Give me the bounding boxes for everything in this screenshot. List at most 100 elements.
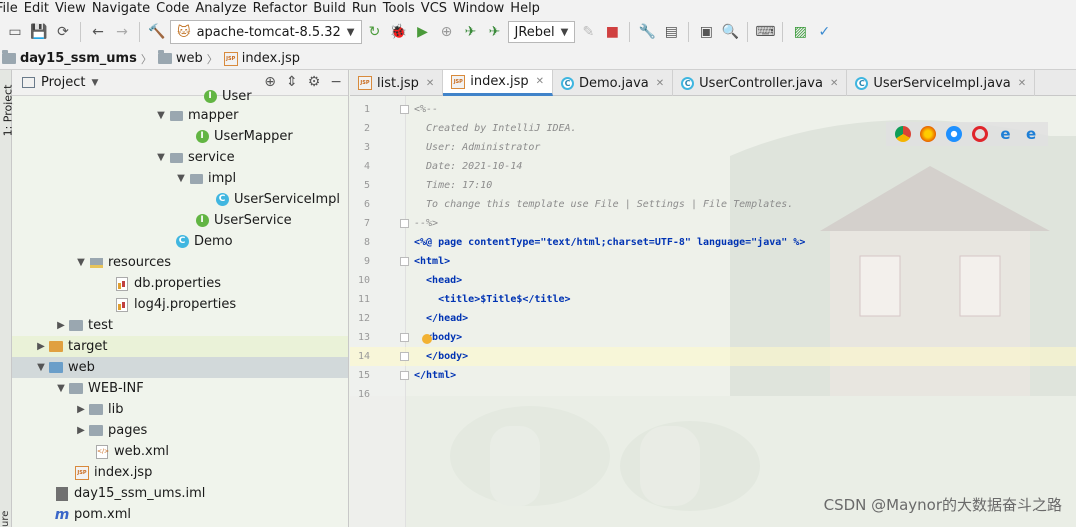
sync-icon[interactable]: ⟳ xyxy=(52,21,74,43)
tree-item-pages[interactable]: ▶ pages xyxy=(12,420,348,441)
menu-build[interactable]: Build xyxy=(313,1,352,16)
attach-icon[interactable]: ✎ xyxy=(577,21,599,43)
menu-vcs[interactable]: VCS xyxy=(421,1,453,16)
chevron-right-icon[interactable]: ▶ xyxy=(34,341,48,352)
breadcrumb-web[interactable]: web 〉 xyxy=(157,50,218,67)
settings-wrench-icon[interactable]: 🔧 xyxy=(636,21,658,43)
edge-icon[interactable]: e xyxy=(1023,126,1039,142)
fold-marker-icon[interactable] xyxy=(400,352,409,361)
close-icon[interactable]: ✕ xyxy=(656,78,664,89)
tree-item-usermapper[interactable]: I UserMapper xyxy=(12,126,348,147)
safari-icon[interactable] xyxy=(946,126,963,142)
code-editor[interactable]: 1 <%-- 2 Created by IntelliJ IDEA. 3 Use… xyxy=(350,96,1076,527)
fold-marker-icon[interactable] xyxy=(400,257,409,266)
tab-usercontroller-java[interactable]: C UserController.java ✕ xyxy=(673,70,848,96)
firefox-icon[interactable] xyxy=(920,126,937,142)
fold-marker-icon[interactable] xyxy=(400,371,409,380)
tree-item-service[interactable]: ▼ service xyxy=(12,147,348,168)
menu-run[interactable]: Run xyxy=(352,1,383,16)
ie-icon[interactable]: e xyxy=(997,126,1013,142)
tree-item-userserviceimpl[interactable]: C UserServiceImpl xyxy=(12,189,348,210)
lightbulb-icon[interactable] xyxy=(422,334,432,344)
chevron-down-icon[interactable]: ▼ xyxy=(34,362,48,373)
chevron-down-icon[interactable]: ▼ xyxy=(54,383,68,394)
fold-marker-icon[interactable] xyxy=(400,105,409,114)
menu-analyze[interactable]: Analyze xyxy=(195,1,252,16)
breadcrumb-file[interactable]: JSP index.jsp xyxy=(223,51,300,66)
fold-marker-icon[interactable] xyxy=(400,333,409,342)
project-structure-icon[interactable]: ▤ xyxy=(660,21,682,43)
fold-marker-icon[interactable] xyxy=(400,219,409,228)
menu-navigate[interactable]: Navigate xyxy=(92,1,156,16)
tab-demo-java[interactable]: C Demo.java ✕ xyxy=(553,70,674,96)
activity-monitor-icon[interactable]: ▨ xyxy=(789,21,811,43)
tree-item-demo[interactable]: C Demo xyxy=(12,231,348,252)
menu-edit[interactable]: Edit xyxy=(24,1,55,16)
tree-item-db-properties[interactable]: db.properties xyxy=(12,273,348,294)
chevron-down-icon[interactable]: ▼ xyxy=(74,257,88,268)
chevron-down-icon: ▼ xyxy=(346,26,355,38)
close-icon[interactable]: ✕ xyxy=(426,78,434,89)
chevron-down-icon[interactable]: ▼ xyxy=(154,110,168,121)
tab-userserviceimpl-java[interactable]: C UserServiceImpl.java ✕ xyxy=(847,70,1036,96)
close-icon[interactable]: ✕ xyxy=(1018,78,1026,89)
chrome-icon[interactable] xyxy=(894,126,911,142)
close-icon[interactable]: ✕ xyxy=(830,78,838,89)
stop-icon[interactable]: ■ xyxy=(601,21,623,43)
chevron-down-icon[interactable]: ▼ xyxy=(154,152,168,163)
menu-tools[interactable]: Tools xyxy=(383,1,421,16)
coverage-icon[interactable]: ▶ xyxy=(412,21,434,43)
breadcrumb-project[interactable]: day15_ssm_ums 〉 xyxy=(2,50,152,67)
close-icon[interactable]: ✕ xyxy=(536,76,544,87)
menu-help[interactable]: Help xyxy=(510,1,546,16)
tree-item-user[interactable]: I User xyxy=(12,86,348,107)
code-line: 13 <body> xyxy=(357,332,463,343)
menu-code[interactable]: Code xyxy=(156,1,195,16)
open-folder-icon[interactable]: ▭ xyxy=(4,21,26,43)
translate-icon[interactable]: ⌨ xyxy=(754,21,776,43)
tree-item-iml[interactable]: day15_ssm_ums.iml xyxy=(12,483,348,504)
tab-index-jsp[interactable]: JSP index.jsp ✕ xyxy=(443,70,553,96)
tree-item-test[interactable]: ▶ test xyxy=(12,315,348,336)
tree-item-index-jsp[interactable]: JSP index.jsp xyxy=(12,462,348,483)
terminal-icon[interactable]: ▣ xyxy=(695,21,717,43)
tree-item-userservice[interactable]: I UserService xyxy=(12,210,348,231)
build-hammer-icon[interactable]: 🔨 xyxy=(146,21,168,43)
tree-item-mapper[interactable]: ▼ mapper xyxy=(12,105,348,126)
code-line: 4 Date: 2021-10-14 xyxy=(363,161,523,172)
menu-refactor[interactable]: Refactor xyxy=(253,1,314,16)
tree-item-web-xml[interactable]: </> web.xml xyxy=(12,441,348,462)
chevron-right-icon: 〉 xyxy=(140,52,152,66)
debug-icon[interactable]: 🐞 xyxy=(388,21,410,43)
chevron-right-icon[interactable]: ▶ xyxy=(74,404,88,415)
tree-item-web-inf[interactable]: ▼ WEB-INF xyxy=(12,378,348,399)
tree-item-resources[interactable]: ▼ resources xyxy=(12,252,348,273)
tree-item-impl[interactable]: ▼ impl xyxy=(12,168,348,189)
save-icon[interactable]: 💾 xyxy=(28,21,50,43)
jrebel-select[interactable]: JRebel ▼ xyxy=(507,21,576,43)
tree-item-target[interactable]: ▶ target xyxy=(12,336,348,357)
menu-view[interactable]: View xyxy=(55,1,92,16)
jrebel-debug-icon[interactable]: ✈ xyxy=(484,21,506,43)
jrebel-run-icon[interactable]: ✈ xyxy=(460,21,482,43)
check-circle-icon[interactable]: ✓ xyxy=(813,21,835,43)
forward-icon[interactable]: → xyxy=(111,21,133,43)
rerun-icon[interactable]: ↻ xyxy=(364,21,386,43)
tree-item-log4j-properties[interactable]: log4j.properties xyxy=(12,294,348,315)
chevron-down-icon[interactable]: ▼ xyxy=(174,173,188,184)
chevron-right-icon[interactable]: ▶ xyxy=(54,320,68,331)
tab-list-jsp[interactable]: JSP list.jsp ✕ xyxy=(350,70,444,96)
menu-file[interactable]: File xyxy=(0,1,24,16)
profile-icon[interactable]: ⊕ xyxy=(436,21,458,43)
package-icon xyxy=(169,110,183,121)
structure-tool-button[interactable]: ure xyxy=(0,508,12,527)
run-config-select[interactable]: 🐱 apache-tomcat-8.5.32 ▼ xyxy=(170,20,362,44)
tree-item-pom-xml[interactable]: m pom.xml xyxy=(12,504,348,525)
back-icon[interactable]: ← xyxy=(87,21,109,43)
tree-item-lib[interactable]: ▶ lib xyxy=(12,399,348,420)
opera-icon[interactable] xyxy=(971,126,988,142)
tree-item-web[interactable]: ▼ web xyxy=(12,357,348,378)
chevron-right-icon[interactable]: ▶ xyxy=(74,425,88,436)
search-icon[interactable]: 🔍 xyxy=(719,21,741,43)
menu-window[interactable]: Window xyxy=(453,1,510,16)
